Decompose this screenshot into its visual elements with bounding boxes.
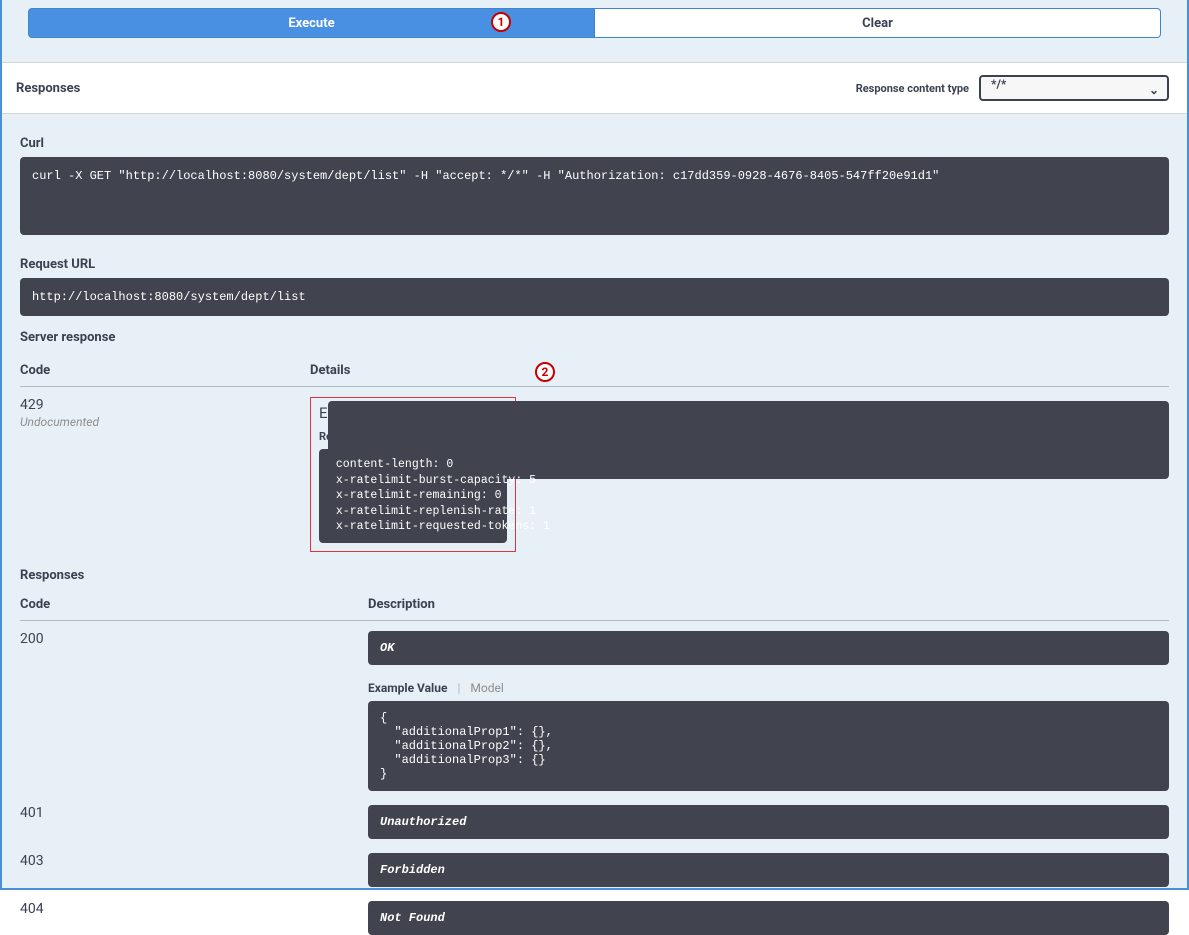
responses-title: Responses <box>16 81 80 96</box>
tab-example-value[interactable]: Example Value <box>368 681 447 695</box>
responses-table-head: Code Description <box>20 597 1169 621</box>
action-button-row: Execute Clear <box>2 0 1187 44</box>
responses-row-403: 403 Forbidden <box>20 839 1169 887</box>
response-code-200: 200 <box>20 631 368 647</box>
responses-row-401: 401 Unauthorized <box>20 791 1169 839</box>
content-type-select[interactable]: */* ⌄ <box>979 75 1169 101</box>
server-response-table-head: Code Details <box>20 363 1169 387</box>
desc-401: Unauthorized <box>368 805 1169 839</box>
tab-separator: | <box>457 681 460 695</box>
response-headers-box[interactable]: content-length: 0 x-ratelimit-burst-capa… <box>319 449 507 543</box>
col-details: Details <box>310 363 1169 378</box>
response-desc-404: Not Found <box>368 901 1169 935</box>
response-desc-403: Forbidden <box>368 853 1169 887</box>
tab-model[interactable]: Model <box>470 681 503 695</box>
chevron-down-icon: ⌄ <box>1149 83 1159 97</box>
col-code: Code <box>20 363 310 378</box>
desc-403: Forbidden <box>368 853 1169 887</box>
content-type-wrap: Response content type */* ⌄ <box>856 75 1169 101</box>
clear-button[interactable]: Clear <box>595 8 1161 38</box>
callout-1: 1 <box>491 12 511 32</box>
response-code-cell: 429 Undocumented <box>20 397 310 429</box>
response-headers-text: content-length: 0 x-ratelimit-burst-capa… <box>329 457 497 535</box>
responses-header-bar: Responses Response content type */* ⌄ <box>2 62 1187 114</box>
response-desc-401: Unauthorized <box>368 805 1169 839</box>
desc-200: OK <box>368 631 1169 665</box>
col-code2: Code <box>20 597 368 612</box>
desc-404: Not Found <box>368 901 1169 935</box>
example-json: { "additionalProp1": {}, "additionalProp… <box>380 711 1157 781</box>
response-desc-200: OK Example Value | Model { "additionalPr… <box>368 631 1169 791</box>
server-response-label: Server response <box>20 330 1169 345</box>
responses-section-label: Responses <box>20 568 1169 583</box>
response-code-403: 403 <box>20 853 368 869</box>
example-tabs: Example Value | Model <box>368 681 1169 695</box>
request-url-label: Request URL <box>20 257 1169 272</box>
content-type-label: Response content type <box>856 82 969 95</box>
response-code: 429 <box>20 397 310 413</box>
callout-2: 2 <box>535 362 555 382</box>
col-desc: Description <box>368 597 1169 612</box>
request-url-box[interactable]: http://localhost:8080/system/dept/list <box>20 278 1169 316</box>
curl-command-box[interactable]: curl -X GET "http://localhost:8080/syste… <box>20 157 1169 235</box>
content-type-value: */* <box>991 77 1006 91</box>
example-value-box[interactable]: { "additionalProp1": {}, "additionalProp… <box>368 701 1169 791</box>
responses-row-200: 200 OK Example Value | Model { "addition… <box>20 621 1169 791</box>
curl-label: Curl <box>20 136 1169 151</box>
response-code-401: 401 <box>20 805 368 821</box>
undocumented-label: Undocumented <box>20 415 310 429</box>
response-code-404: 404 <box>20 901 368 917</box>
responses-row-404: 404 Not Found <box>20 887 1169 935</box>
